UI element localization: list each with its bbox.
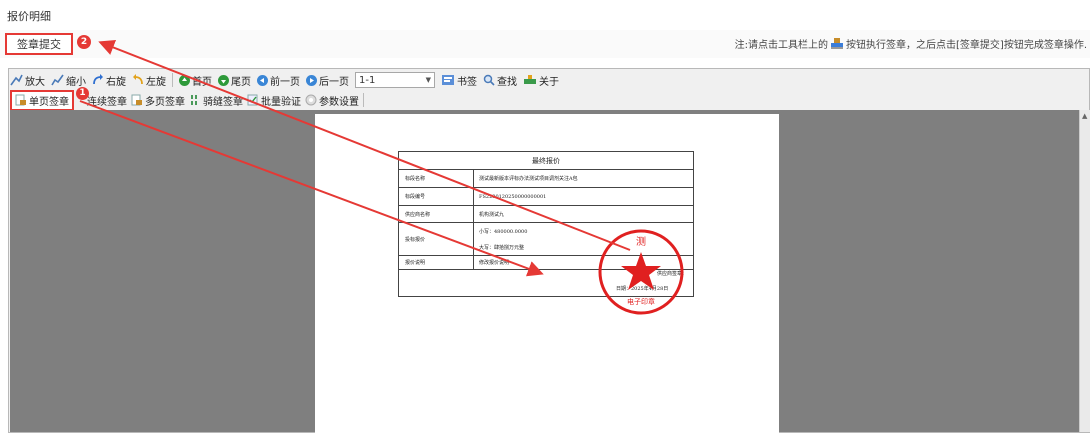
note-text: 注:请点击工具栏上的 [734, 40, 829, 51]
bookmark-label: 书签 [457, 76, 477, 88]
seam-sign-label: 骑缝签章 [203, 96, 243, 108]
continuous-sign-label: 连续签章 [87, 96, 127, 108]
first-page-button[interactable]: 首页 [179, 73, 212, 88]
rotate-left-icon [133, 74, 143, 85]
prev-page-label: 前一页 [270, 76, 300, 88]
multi-sign-label: 多页签章 [145, 96, 185, 108]
batch-verify-button[interactable]: 批量验证 [247, 93, 301, 108]
page-select[interactable]: 1-1 ▼ [355, 72, 435, 88]
row-label: 标段编号 [399, 188, 474, 205]
settings-label: 参数设置 [319, 96, 359, 108]
row-value: 小写：480000.0000 [479, 228, 528, 235]
zoom-out-button[interactable]: 缩小 [51, 73, 86, 88]
first-page-icon [179, 74, 190, 86]
multi-sign-icon [131, 94, 142, 106]
last-page-icon [218, 74, 229, 86]
find-button[interactable]: 查找 [483, 73, 517, 88]
instruction-note: 注:请点击工具栏上的 按钮执行签章，之后点击[签章提交]按钮完成签章操作. [735, 36, 1087, 51]
row-label: 投标报价 [399, 223, 474, 255]
about-button[interactable]: 关于 [523, 73, 559, 88]
settings-button[interactable]: 参数设置 [305, 93, 359, 108]
single-sign-icon [15, 94, 26, 106]
zoom-in-button[interactable]: 放大 [10, 73, 45, 88]
batch-verify-label: 批量验证 [261, 96, 301, 108]
seal-bottom-text: 电子印章 [627, 297, 655, 306]
prev-page-button[interactable]: 前一页 [257, 73, 300, 88]
zoom-out-icon [51, 74, 64, 86]
seal-top-text: 测 [636, 235, 646, 248]
sign-toolbar: 单页签章 1 连续签章 多页签章 骑缝签章 批量验证 参数设置 [10, 86, 364, 111]
last-page-button[interactable]: 尾页 [218, 73, 251, 88]
quote-table-title: 最终报价 [532, 156, 560, 165]
find-icon [483, 74, 495, 86]
about-label: 关于 [539, 76, 559, 88]
rotate-right-button[interactable]: 右旋 [92, 73, 126, 88]
single-page-sign-button[interactable]: 单页签章 [10, 89, 74, 111]
last-page-label: 尾页 [231, 76, 251, 88]
page-select-value: 1-1 [359, 74, 376, 86]
zoom-out-label: 缩小 [66, 76, 86, 88]
toolbar-divider [363, 93, 364, 107]
row-value: 机构测试九 [479, 211, 505, 218]
row-label: 标段名称 [399, 170, 474, 187]
find-label: 查找 [497, 76, 517, 88]
zoom-in-icon [10, 74, 23, 86]
rotate-right-label: 右旋 [106, 76, 126, 88]
multi-page-sign-button[interactable]: 多页签章 [131, 93, 185, 108]
table-row: 供应商名称 机构测试九 [399, 206, 693, 223]
row-label: 供应商名称 [399, 206, 474, 222]
seam-sign-icon [191, 95, 197, 105]
table-row: 标段编号 FS2230120250000000001 [399, 188, 693, 206]
bookmark-button[interactable]: 书签 [441, 73, 477, 88]
rotate-right-icon [93, 74, 103, 85]
row-value: FS2230120250000000001 [479, 193, 547, 200]
scroll-up-icon[interactable]: ▲ [1082, 112, 1087, 120]
viewer-toolbar: 放大 缩小 右旋 左旋 首页 尾页 前一页 后一页 1-1 ▼ 书签 查找 关于 [10, 70, 559, 90]
row-value-uppercase: 大写：肆拾捌万元整 [479, 244, 525, 251]
about-icon [524, 75, 536, 84]
sign-submit-button[interactable]: 签章提交 [5, 33, 73, 55]
single-sign-label: 单页签章 [29, 96, 69, 108]
next-page-button[interactable]: 后一页 [306, 73, 349, 88]
first-page-label: 首页 [192, 76, 212, 88]
gear-icon [305, 94, 317, 106]
zoom-in-label: 放大 [25, 76, 45, 88]
electronic-seal-image: 测 电子印章 [598, 229, 684, 315]
row-value: 修改报价说明 [479, 260, 510, 266]
step-badge-2: 2 [77, 35, 91, 49]
table-row: 标段名称 测试最新版本评标办法测试项目调剂关注A包 [399, 170, 693, 188]
note-tail: 按钮执行签章，之后点击[签章提交]按钮完成签章操作. [846, 40, 1087, 51]
rotate-left-button[interactable]: 左旋 [132, 73, 166, 88]
row-label: 报价说明 [399, 256, 474, 269]
page-title: 报价明细 [7, 10, 51, 23]
next-page-icon [306, 74, 317, 86]
bookmark-icon [442, 75, 454, 85]
toolbar-divider [172, 73, 173, 87]
vertical-scrollbar[interactable] [1079, 110, 1090, 432]
next-page-label: 后一页 [319, 76, 349, 88]
stamp-icon [830, 37, 844, 50]
batch-verify-icon [247, 94, 258, 106]
row-value: 测试最新版本评标办法测试项目调剂关注A包 [479, 176, 578, 182]
step-badge-1: 1 [76, 86, 89, 100]
prev-page-icon [257, 74, 268, 86]
seam-sign-button[interactable]: 骑缝签章 [189, 93, 243, 108]
continuous-sign-button[interactable]: 连续签章 [87, 93, 127, 108]
chevron-down-icon: ▼ [425, 76, 431, 84]
rotate-left-label: 左旋 [146, 76, 166, 88]
